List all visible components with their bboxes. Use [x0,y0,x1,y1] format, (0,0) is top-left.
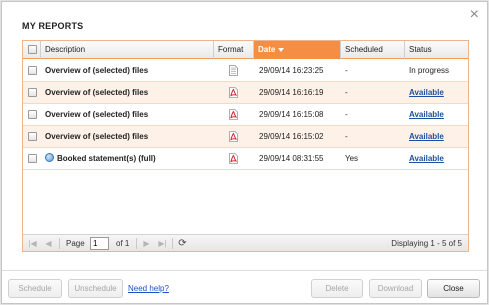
pdf-icon[interactable] [229,87,238,98]
row-description-text: Overview of (selected) files [45,110,149,119]
table-row[interactable]: Booked statement(s) (full) 29/09/14 08:31… [23,148,468,170]
column-header-scheduled[interactable]: Scheduled [341,41,405,59]
row-scheduled: - [345,66,348,75]
row-checkbox[interactable] [28,110,37,119]
row-date: 29/09/14 16:23:25 [259,66,324,75]
row-status: In progress [409,66,450,75]
select-all-cell [23,41,41,59]
sort-descending-icon [278,47,285,52]
need-help-link[interactable]: Need help? [128,284,169,293]
row-date: 29/09/14 08:31:55 [259,154,324,163]
column-header-label: Status [409,45,432,54]
pdf-icon[interactable] [229,153,238,164]
row-checkbox[interactable] [28,132,37,141]
footer-divider [2,270,487,271]
displaying-summary: Displaying 1 - 5 of 5 [391,239,462,248]
row-description-text: Overview of (selected) files [45,66,149,75]
row-checkbox[interactable] [28,88,37,97]
row-scheduled: Yes [345,154,359,163]
row-checkbox[interactable] [28,154,37,163]
row-scheduled: - [345,88,348,97]
page-count-label: of 1 [116,239,130,248]
table-row[interactable]: Overview of (selected) files 29/09/14 16:… [23,82,468,104]
column-header-description[interactable]: Description [41,41,214,59]
row-description: Overview of (selected) files [45,82,148,104]
column-header-label: Date [258,45,276,54]
table-row[interactable]: Overview of (selected) files 29/09/14 16:… [23,60,468,82]
unschedule-button[interactable]: Unschedule [68,279,123,298]
row-scheduled: - [345,110,348,119]
refresh-icon[interactable]: ⟳ [176,237,189,250]
close-button[interactable]: Close [427,279,480,298]
table-row[interactable]: Overview of (selected) files 29/09/14 16:… [23,126,468,148]
previous-page-icon[interactable]: ◀ [43,238,54,249]
row-description-text: Booked statement(s) (full) [57,154,156,163]
column-header-label: Scheduled [345,45,383,54]
status-available-link[interactable]: Available [409,126,444,148]
toolbar-separator [59,238,60,249]
row-description-text: Overview of (selected) files [45,132,149,141]
delete-button[interactable]: Delete [311,279,363,298]
row-scheduled: - [345,132,348,141]
row-description: Overview of (selected) files [45,126,148,148]
row-date: 29/09/14 16:15:02 [259,132,324,141]
table-row[interactable]: Overview of (selected) files 29/09/14 16:… [23,104,468,126]
last-page-icon[interactable]: ▶| [157,238,168,249]
column-header-label: Description [45,45,86,54]
toolbar-separator [172,238,173,249]
reports-grid: Description Format Date Scheduled Status… [22,40,469,252]
toolbar-separator [136,238,137,249]
row-checkbox[interactable] [28,66,37,75]
column-header-format[interactable]: Format [214,41,254,59]
first-page-icon[interactable]: |◀ [27,238,38,249]
download-button[interactable]: Download [369,279,422,298]
pagination-toolbar: |◀ ◀ Page of 1 ▶ ▶| ⟳ Displaying 1 - 5 o… [23,234,468,251]
row-date: 29/09/14 16:16:19 [259,88,324,97]
next-page-icon[interactable]: ▶ [141,238,152,249]
row-date: 29/09/14 16:15:08 [259,110,324,119]
row-description-text: Overview of (selected) files [45,88,149,97]
column-header-status[interactable]: Status [405,41,468,59]
column-header-label: Format [218,45,244,54]
pdf-icon[interactable] [229,109,238,120]
grid-header: Description Format Date Scheduled Status [23,41,468,59]
status-available-link[interactable]: Available [409,82,444,104]
column-header-date[interactable]: Date [254,41,341,59]
page-label: Page [66,239,85,248]
scheduled-report-icon [45,153,54,163]
status-available-link[interactable]: Available [409,104,444,126]
reports-dialog: × MY REPORTS Description Format Date Sch… [1,1,488,304]
row-description: Overview of (selected) files [45,60,148,82]
document-icon[interactable] [229,65,238,76]
row-description: Booked statement(s) (full) [45,148,156,170]
pdf-icon[interactable] [229,131,238,142]
select-all-checkbox[interactable] [28,45,37,54]
row-description: Overview of (selected) files [45,104,148,126]
schedule-button[interactable]: Schedule [8,279,62,298]
close-icon[interactable]: × [470,7,479,23]
page-number-input[interactable] [90,237,109,250]
status-available-link[interactable]: Available [409,148,444,170]
dialog-title: MY REPORTS [22,21,84,31]
